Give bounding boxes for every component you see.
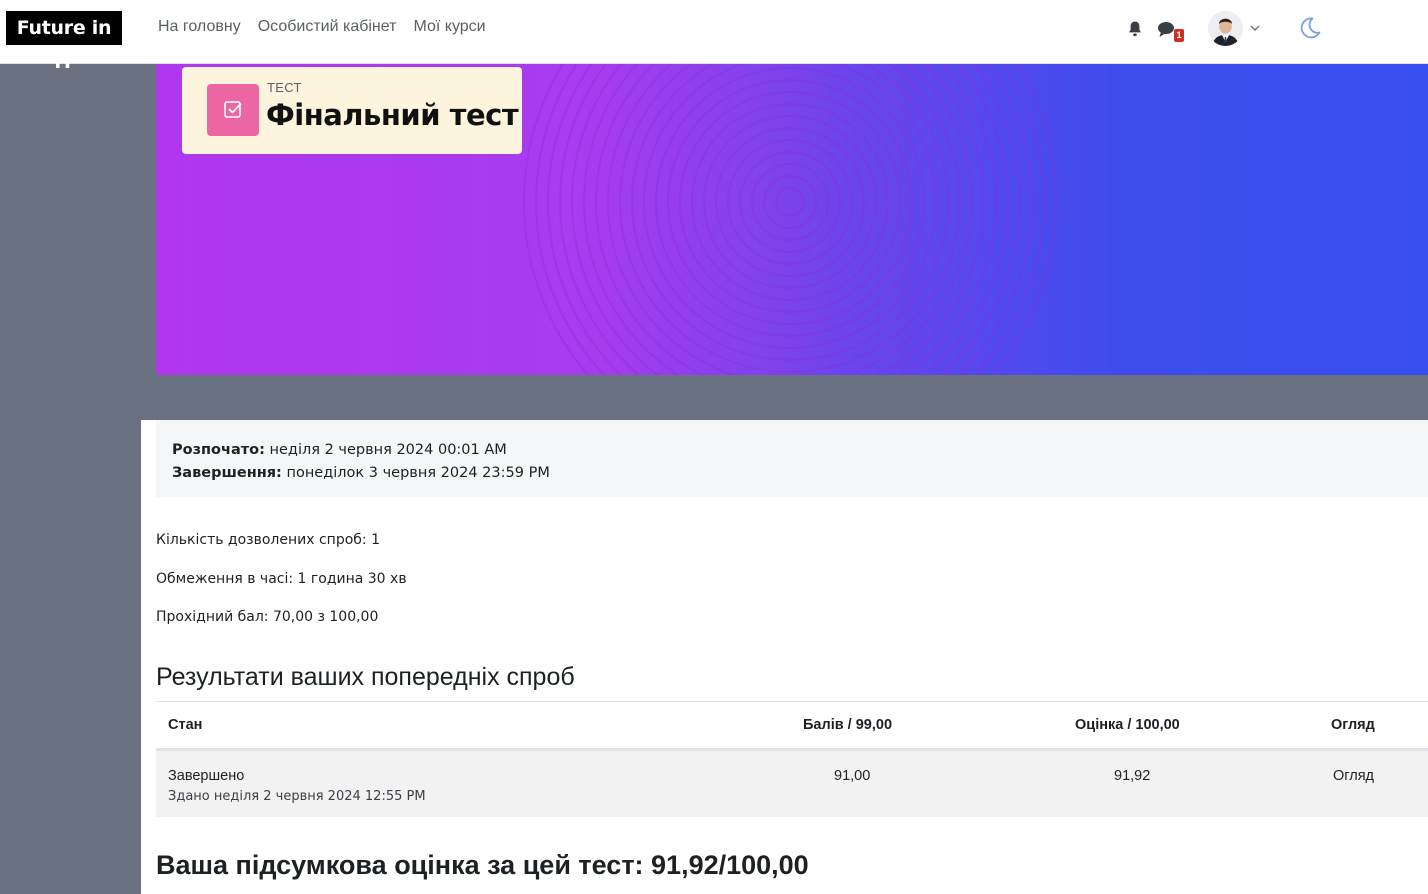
attempt-grade: 91,92	[1114, 768, 1151, 784]
messages-count-badge: 1	[1174, 29, 1184, 42]
main-content: Розпочато: неділя 2 червня 2024 00:01 AM…	[141, 420, 1428, 894]
closed-value: понеділок 3 червня 2024 23:59 PM	[286, 465, 550, 481]
nav-link-dashboard[interactable]: Особистий кабінет	[258, 18, 397, 36]
primary-navigation: На головну Особистий кабінет Мої курси	[158, 18, 486, 36]
attempts-allowed: Кількість дозволених спроб: 1	[156, 532, 380, 548]
column-header-state: Стан	[168, 717, 203, 733]
attempts-table: Стан Балів / 99,00 Оцінка / 100,00 Огляд…	[156, 701, 1428, 817]
passing-grade: Прохідний бал: 70,00 з 100,00	[156, 609, 379, 625]
brand-logo[interactable]: Future in IT	[6, 11, 122, 73]
attempts-section-title: Результати ваших попередніх спроб	[156, 663, 575, 691]
closed-date-line: Завершення: понеділок 3 червня 2024 23:5…	[172, 462, 1428, 485]
time-limit: Обмеження в часі: 1 година 30 хв	[156, 571, 407, 587]
final-grade: Ваша підсумкова оцінка за цей тест: 91,9…	[156, 850, 809, 880]
opened-date-line: Розпочато: неділя 2 червня 2024 00:01 AM	[172, 439, 1428, 462]
top-navbar: Future in IT На головну Особистий кабіне…	[0, 0, 1428, 73]
activity-dates: Розпочато: неділя 2 червня 2024 00:01 AM…	[156, 420, 1428, 497]
opened-value: неділя 2 червня 2024 00:01 AM	[269, 442, 507, 458]
attempt-submitted-date: Здано неділя 2 червня 2024 12:55 PM	[168, 789, 426, 804]
moon-icon[interactable]	[1297, 15, 1323, 41]
chevron-down-icon[interactable]	[1250, 24, 1260, 32]
avatar[interactable]	[1208, 11, 1243, 46]
column-header-review: Огляд	[1331, 717, 1375, 733]
quiz-check-icon	[207, 84, 259, 136]
column-header-marks: Балів / 99,00	[803, 717, 893, 733]
bell-icon[interactable]	[1127, 20, 1143, 38]
activity-type-label: ТЕСТ	[267, 80, 302, 95]
attempt-marks: 91,00	[834, 768, 871, 784]
nav-link-my-courses[interactable]: Мої курси	[413, 18, 485, 36]
attempt-state: Завершено	[168, 768, 245, 784]
table-header-row: Стан Балів / 99,00 Оцінка / 100,00 Огляд	[156, 701, 1428, 751]
review-link[interactable]: Огляд	[1333, 768, 1374, 784]
table-row: Завершено Здано неділя 2 червня 2024 12:…	[156, 751, 1428, 817]
closed-label: Завершення:	[172, 465, 282, 481]
opened-label: Розпочато:	[172, 442, 265, 458]
column-header-grade: Оцінка / 100,00	[1075, 717, 1180, 733]
nav-link-home[interactable]: На головну	[158, 18, 241, 36]
user-photo	[1208, 11, 1243, 46]
page-title: Фінальний тест	[266, 98, 519, 132]
activity-title-card: ТЕСТ Фінальний тест	[182, 67, 522, 154]
